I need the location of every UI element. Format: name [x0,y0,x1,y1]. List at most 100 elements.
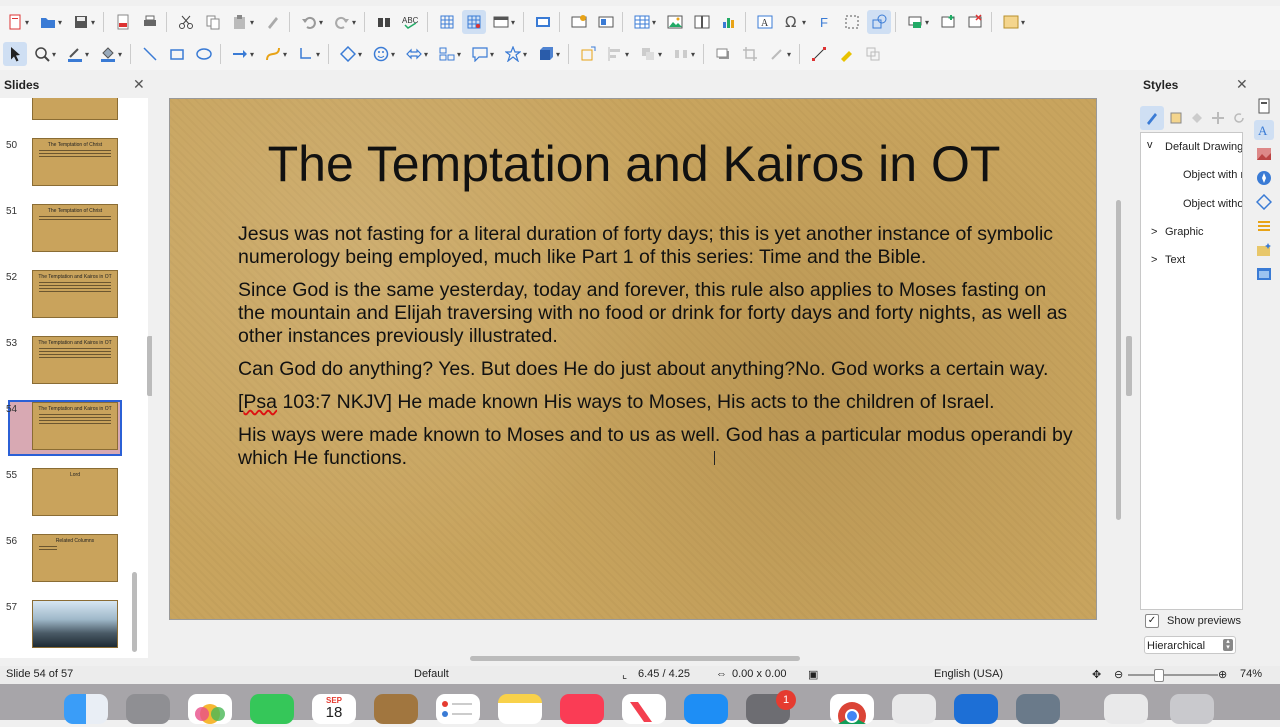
show-previews-checkbox[interactable]: ✓ [1145,614,1159,628]
style-item[interactable]: Object with no fill and no line [1183,169,1242,181]
tree-expander[interactable]: > [1151,254,1157,266]
flowchart-icon[interactable] [435,42,459,66]
slide-content-box[interactable]: Jesus was not fasting for a literal dura… [238,223,1078,480]
table-icon[interactable] [630,10,654,34]
select-icon[interactable] [3,42,27,66]
style-item[interactable]: Graphic [1165,226,1204,238]
align-icon[interactable] [603,42,627,66]
close-icon[interactable]: ✕ [133,76,145,93]
redo-icon[interactable] [330,10,354,34]
slide-thumbnail-51[interactable]: 51 The Temptation of Christ [0,204,130,264]
slides-scrollbar[interactable] [132,572,137,652]
master-slide-status[interactable]: Default [414,668,449,680]
open-icon[interactable] [36,10,60,34]
connector-icon[interactable] [294,42,318,66]
slide-sorter-list[interactable]: 50 The Temptation of Christ 51 The Tempt… [0,98,148,658]
media-icon[interactable] [690,10,714,34]
zoom-slider[interactable] [1128,674,1218,676]
glue-points-icon[interactable] [834,42,858,66]
line-icon[interactable] [138,42,162,66]
line-arrow-icon[interactable] [228,42,252,66]
image-icon[interactable] [663,10,687,34]
show-previews-option[interactable]: ✓ Show previews [1145,614,1241,628]
callout-icon[interactable] [468,42,492,66]
properties-icon[interactable] [1254,96,1274,116]
vertical-scrollbar[interactable] [1116,200,1121,520]
delete-slide-icon[interactable] [963,10,987,34]
symbol-shapes-icon[interactable] [369,42,393,66]
slide-thumbnail-52[interactable]: 52 The Temptation and Kairos in OT [0,270,130,330]
rectangle-icon[interactable] [165,42,189,66]
styles-tree[interactable]: v Default Drawing Style Object with no f… [1140,132,1243,610]
zoom-pan-icon[interactable] [30,42,54,66]
transformations-icon[interactable] [840,10,864,34]
fit-slide-icon[interactable]: ✥ [1092,668,1101,681]
special-character-icon[interactable]: Ω [780,10,804,34]
toggle-extrusion-icon[interactable] [861,42,885,66]
update-style-icon[interactable] [1230,106,1248,130]
zoom-level[interactable]: 74% [1240,668,1262,680]
new-slide-icon[interactable] [936,10,960,34]
grid-icon[interactable] [435,10,459,34]
new-icon[interactable] [3,10,27,34]
slide-thumbnail-50[interactable]: 50 The Temptation of Christ [0,138,130,198]
presentation-styles-icon[interactable] [1167,106,1185,130]
display-views-icon[interactable] [489,10,513,34]
zoom-slider-handle[interactable] [1154,669,1164,682]
style-item[interactable]: Default Drawing Style [1165,141,1242,153]
points-icon[interactable] [807,42,831,66]
slide-layout-icon[interactable] [999,10,1023,34]
save-icon[interactable] [69,10,93,34]
show-draw-functions-icon[interactable] [867,10,891,34]
slide-thumbnail-56[interactable]: 56 Related Columns [0,534,130,594]
curve-icon[interactable] [261,42,285,66]
crop-icon[interactable] [738,42,762,66]
tree-expander[interactable]: > [1151,226,1157,238]
fill-color-icon[interactable] [96,42,120,66]
horizontal-scrollbar[interactable] [470,656,800,661]
navigator-icon[interactable] [1254,168,1274,188]
line-color-icon[interactable] [63,42,87,66]
slide-transition-icon[interactable] [1254,216,1274,236]
filter-icon[interactable] [765,42,789,66]
cut-icon[interactable] [174,10,198,34]
style-item[interactable]: Text [1165,254,1185,266]
undo-icon[interactable] [297,10,321,34]
style-filter-select[interactable]: Hierarchical ▴ ▾ [1144,636,1236,654]
master-slides-icon[interactable] [1254,264,1274,284]
new-style-icon[interactable] [1209,106,1227,130]
spelling-icon[interactable]: ABC [399,10,423,34]
zoom-out-icon[interactable]: ⊖ [1114,668,1123,681]
copy-icon[interactable] [201,10,225,34]
textbox-icon[interactable]: A [753,10,777,34]
slide-canvas[interactable]: The Temptation and Kairos in OT Jesus wa… [169,98,1097,620]
zoom-in-icon[interactable]: ⊕ [1218,668,1227,681]
media-icon[interactable] [594,10,618,34]
fill-format-icon[interactable] [1188,106,1206,130]
stars-icon[interactable] [501,42,525,66]
print-icon[interactable] [138,10,162,34]
language-status[interactable]: English (USA) [934,668,1003,680]
slide-thumbnail-54[interactable]: 54 The Temptation and Kairos in OT [0,402,130,462]
styles-icon[interactable]: A [1254,120,1274,140]
style-item[interactable]: Object without fill [1183,198,1242,210]
basic-shapes-icon[interactable] [336,42,360,66]
document-modified-icon[interactable]: ▣ [808,668,818,681]
export-pdf-icon[interactable] [111,10,135,34]
drawing-styles-icon[interactable] [1140,106,1164,130]
close-icon[interactable]: ✕ [1236,76,1248,93]
clone-formatting-icon[interactable] [261,10,285,34]
paste-icon[interactable] [228,10,252,34]
find-replace-icon[interactable] [372,10,396,34]
tree-expander[interactable]: v [1147,139,1153,151]
slide-thumbnail-53[interactable]: 53 The Temptation and Kairos in OT [0,336,130,396]
slide-thumbnail-49[interactable] [0,98,130,132]
rotate-icon[interactable] [576,42,600,66]
arrange-icon[interactable] [636,42,660,66]
start-slideshow-icon[interactable] [567,10,591,34]
slide-thumbnail-57[interactable]: 57 [0,600,130,658]
helplines-icon[interactable] [462,10,486,34]
master-slide-icon[interactable] [531,10,555,34]
fontwork-icon[interactable]: F [813,10,837,34]
chart-icon[interactable] [717,10,741,34]
